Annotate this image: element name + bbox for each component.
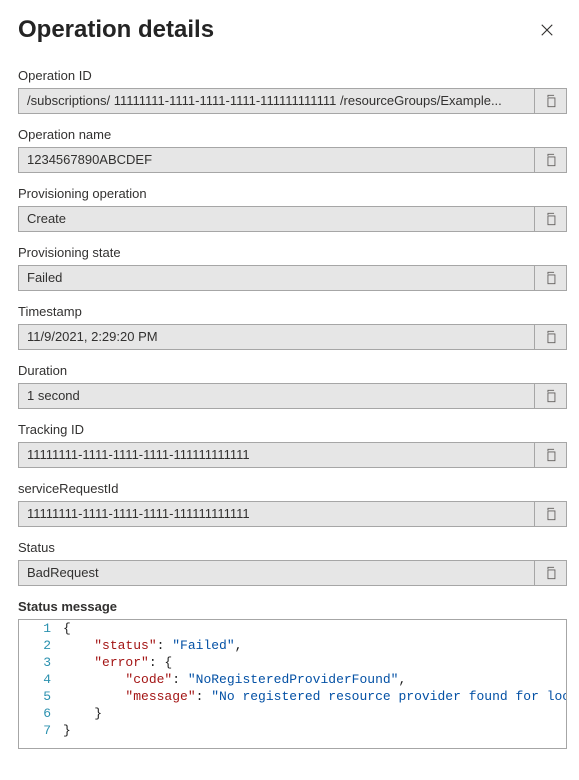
field-value[interactable]: 1234567890ABCDEF: [19, 148, 534, 172]
field-service-request-id: serviceRequestId 11111111-1111-1111-1111…: [18, 481, 567, 527]
code-line: 6 }: [19, 705, 566, 722]
field-row: 11/9/2021, 2:29:20 PM: [18, 324, 567, 350]
line-number: 4: [19, 671, 61, 688]
field-status-message: Status message 1{2 "status": "Failed",3 …: [18, 599, 567, 749]
field-operation-id: Operation ID /subscriptions/ 11111111-11…: [18, 68, 567, 114]
copy-icon: [544, 94, 558, 108]
field-label: Operation ID: [18, 68, 567, 83]
field-value[interactable]: BadRequest: [19, 561, 534, 585]
close-icon: [540, 23, 554, 37]
field-value[interactable]: 11111111-1111-1111-1111-111111111111: [19, 502, 534, 526]
code-line: 7}: [19, 722, 566, 739]
field-label: Status message: [18, 599, 567, 614]
field-row: 11111111-1111-1111-1111-111111111111: [18, 501, 567, 527]
field-value[interactable]: 11/9/2021, 2:29:20 PM: [19, 325, 534, 349]
code-line: 5 "message": "No registered resource pro…: [19, 688, 566, 705]
field-timestamp: Timestamp 11/9/2021, 2:29:20 PM: [18, 304, 567, 350]
copy-button[interactable]: [534, 384, 566, 408]
code-text: "error": {: [61, 654, 172, 671]
close-button[interactable]: [537, 20, 557, 40]
copy-button[interactable]: [534, 207, 566, 231]
copy-button[interactable]: [534, 443, 566, 467]
field-label: Provisioning operation: [18, 186, 567, 201]
field-row: 1234567890ABCDEF: [18, 147, 567, 173]
copy-icon: [544, 566, 558, 580]
copy-icon: [544, 448, 558, 462]
copy-icon: [544, 271, 558, 285]
field-duration: Duration 1 second: [18, 363, 567, 409]
field-label: Duration: [18, 363, 567, 378]
field-tracking-id: Tracking ID 11111111-1111-1111-1111-1111…: [18, 422, 567, 468]
scroll-area[interactable]: Operation ID /subscriptions/ 11111111-11…: [0, 54, 579, 780]
line-number: 1: [19, 620, 61, 637]
copy-icon: [544, 389, 558, 403]
field-label: Timestamp: [18, 304, 567, 319]
copy-button[interactable]: [534, 325, 566, 349]
copy-icon: [544, 507, 558, 521]
field-value[interactable]: Failed: [19, 266, 534, 290]
code-text: "code": "NoRegisteredProviderFound",: [61, 671, 406, 688]
copy-button[interactable]: [534, 561, 566, 585]
panel-title: Operation details: [18, 16, 214, 44]
field-provisioning-operation: Provisioning operation Create: [18, 186, 567, 232]
code-line: 4 "code": "NoRegisteredProviderFound",: [19, 671, 566, 688]
field-value[interactable]: 1 second: [19, 384, 534, 408]
field-label: serviceRequestId: [18, 481, 567, 496]
copy-icon: [544, 330, 558, 344]
copy-button[interactable]: [534, 148, 566, 172]
copy-icon: [544, 212, 558, 226]
code-line: 1{: [19, 620, 566, 637]
copy-button[interactable]: [534, 502, 566, 526]
code-text: }: [61, 705, 102, 722]
code-text: {: [61, 620, 71, 637]
code-text: }: [61, 722, 71, 739]
field-operation-name: Operation name 1234567890ABCDEF: [18, 127, 567, 173]
status-message-json-viewer[interactable]: 1{2 "status": "Failed",3 "error": {4 "co…: [18, 619, 567, 749]
copy-icon: [544, 153, 558, 167]
panel-header: Operation details: [0, 0, 579, 54]
line-number: 6: [19, 705, 61, 722]
line-number: 3: [19, 654, 61, 671]
field-label: Operation name: [18, 127, 567, 142]
field-row: Failed: [18, 265, 567, 291]
code-line: 2 "status": "Failed",: [19, 637, 566, 654]
field-row: Create: [18, 206, 567, 232]
code-text: "status": "Failed",: [61, 637, 242, 654]
operation-details-panel: Operation details Operation ID /subscrip…: [0, 0, 579, 780]
field-row: BadRequest: [18, 560, 567, 586]
field-value[interactable]: Create: [19, 207, 534, 231]
field-row: 11111111-1111-1111-1111-111111111111: [18, 442, 567, 468]
line-number: 2: [19, 637, 61, 654]
line-number: 5: [19, 688, 61, 705]
field-provisioning-state: Provisioning state Failed: [18, 245, 567, 291]
field-label: Status: [18, 540, 567, 555]
copy-button[interactable]: [534, 89, 566, 113]
field-row: /subscriptions/ 11111111-1111-1111-1111-…: [18, 88, 567, 114]
field-label: Provisioning state: [18, 245, 567, 260]
field-value[interactable]: /subscriptions/ 11111111-1111-1111-1111-…: [19, 89, 534, 113]
code-text: "message": "No registered resource provi…: [61, 688, 567, 705]
copy-button[interactable]: [534, 266, 566, 290]
field-value[interactable]: 11111111-1111-1111-1111-111111111111: [19, 443, 534, 467]
field-status: Status BadRequest: [18, 540, 567, 586]
field-label: Tracking ID: [18, 422, 567, 437]
field-row: 1 second: [18, 383, 567, 409]
line-number: 7: [19, 722, 61, 739]
code-line: 3 "error": {: [19, 654, 566, 671]
